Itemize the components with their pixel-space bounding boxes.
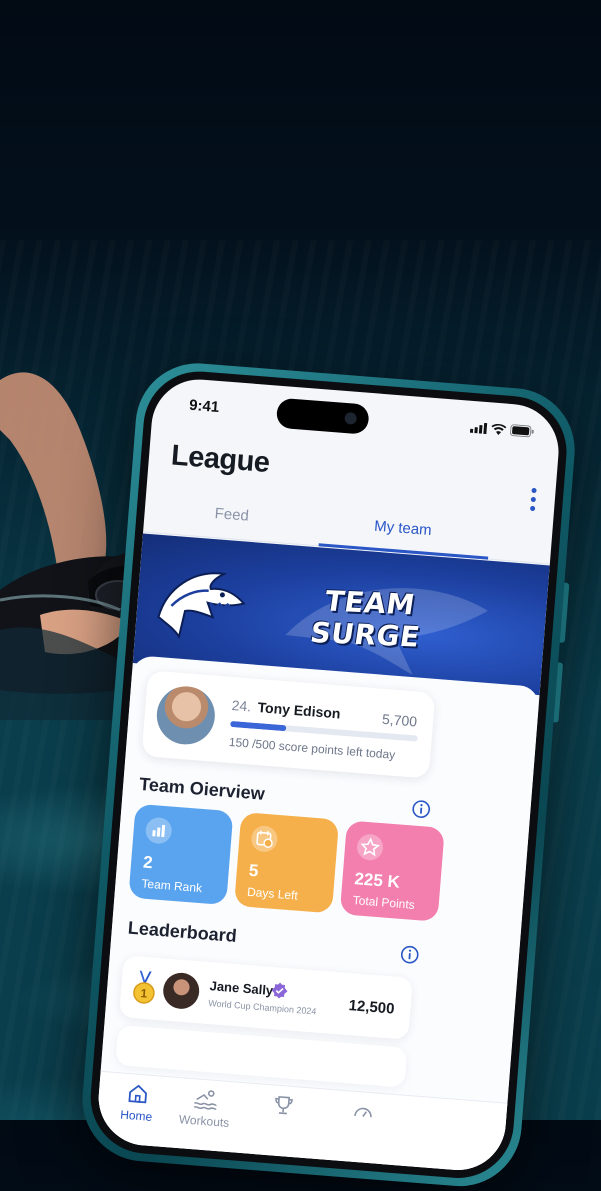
- days-left-label: Days Left: [247, 885, 299, 903]
- team-overview-title: Team Oierview: [138, 774, 265, 805]
- progress-text: 150 /500 score points left today: [228, 735, 395, 762]
- page-title: League: [170, 439, 271, 480]
- user-score-card[interactable]: 24. Tony Edison 5,700 150 /500 score poi…: [142, 670, 436, 778]
- stat-card-days-left[interactable]: 5 Days Left: [234, 812, 339, 913]
- leaderboard-name: Jane Sally: [209, 978, 274, 998]
- calendar-clock-icon: [250, 825, 278, 853]
- phone-mockup: 9:41 League Feed My team: [78, 359, 579, 1191]
- info-icon[interactable]: [400, 945, 419, 964]
- user-rank: 24.: [231, 697, 252, 714]
- app-screen: 9:41 League Feed My team: [95, 376, 562, 1174]
- nav-workouts[interactable]: Workouts: [169, 1085, 242, 1130]
- nav-home[interactable]: Home: [101, 1080, 174, 1125]
- trophy-icon: [272, 1093, 296, 1117]
- team-content: 24. Tony Edison 5,700 150 /500 score poi…: [95, 655, 540, 1174]
- user-name: Tony Edison: [257, 699, 341, 721]
- nav-stats[interactable]: [327, 1098, 399, 1129]
- bar-chart-icon: [145, 817, 173, 845]
- leaderboard-title: Leaderboard: [127, 918, 237, 947]
- nav-home-label: Home: [120, 1107, 153, 1123]
- nav-leaderboard[interactable]: [247, 1092, 319, 1123]
- home-icon: [126, 1082, 150, 1106]
- team-rank-value: 2: [142, 853, 153, 874]
- team-rank-label: Team Rank: [141, 876, 203, 895]
- team-name: TEAM SURGE: [308, 585, 426, 653]
- info-icon[interactable]: [412, 799, 431, 818]
- battery-icon: [510, 424, 535, 438]
- user-score: 5,700: [381, 711, 417, 730]
- wifi-icon: [491, 423, 507, 435]
- shark-logo-icon: [148, 556, 251, 653]
- star-icon: [356, 833, 384, 861]
- tab-feed[interactable]: Feed: [214, 505, 249, 525]
- status-time: 9:41: [189, 397, 220, 416]
- leaderboard-row[interactable]: 1 Jane Sally World Cup Champion 2024 12,…: [119, 955, 413, 1040]
- gold-medal-icon: 1: [132, 970, 157, 1006]
- status-icons: [470, 421, 535, 438]
- signal-icon: [470, 421, 488, 433]
- leaderboard-subtitle: World Cup Champion 2024: [208, 998, 317, 1016]
- avatar: [162, 972, 201, 1011]
- days-left-value: 5: [248, 861, 259, 882]
- tab-my-team[interactable]: My team: [374, 518, 433, 539]
- stat-card-total-points[interactable]: 225 K Total Points: [340, 820, 445, 921]
- dynamic-island: [276, 398, 370, 435]
- progress-fill: [230, 721, 287, 731]
- swim-icon: [193, 1087, 219, 1111]
- verified-badge-icon: [271, 982, 288, 999]
- total-points-value: 225 K: [354, 869, 401, 892]
- nav-workouts-label: Workouts: [178, 1112, 229, 1130]
- leaderboard-score: 12,500: [348, 997, 395, 1018]
- total-points-label: Total Points: [352, 893, 415, 912]
- stat-card-team-rank[interactable]: 2 Team Rank: [128, 804, 233, 905]
- more-options-icon[interactable]: [530, 488, 538, 514]
- team-name-line2: SURGE: [308, 617, 422, 654]
- avatar: [155, 684, 217, 746]
